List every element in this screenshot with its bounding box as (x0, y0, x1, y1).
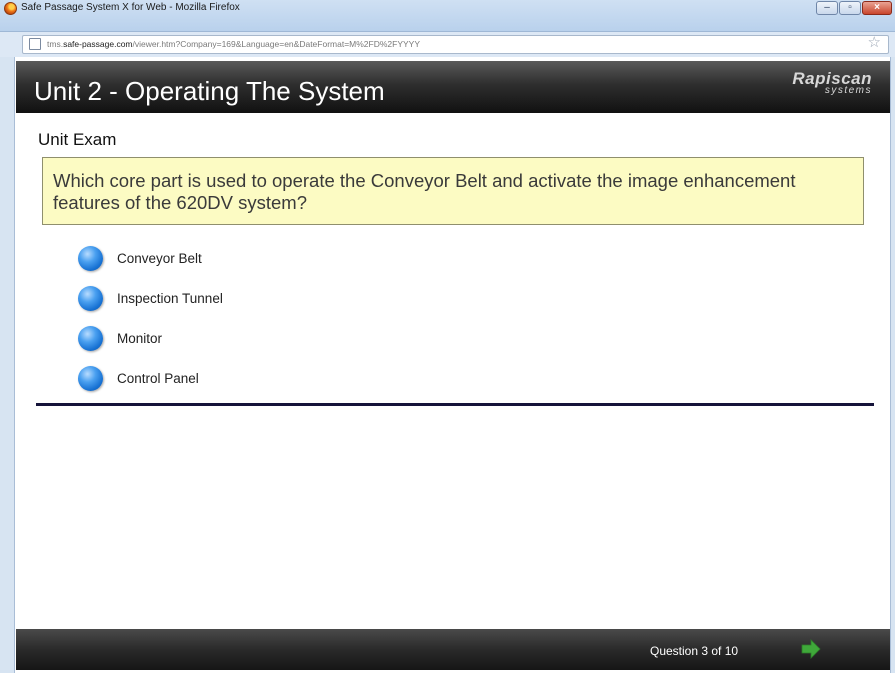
exam-title: Unit Exam (38, 130, 117, 149)
answer-option-monitor[interactable]: Monitor (78, 318, 223, 358)
exam-content: Unit Exam Which core part is used to ope… (16, 113, 890, 629)
question-counter: Question 3 of 10 (650, 644, 739, 658)
minimize-button[interactable]: – (816, 1, 838, 15)
close-button[interactable]: × (862, 1, 892, 15)
window-frame-right (890, 57, 895, 673)
window-frame-left (0, 57, 15, 673)
answer-option-conveyor-belt[interactable]: Conveyor Belt (78, 238, 223, 278)
radio-button[interactable] (78, 245, 103, 271)
question-text: Which core part is used to operate the C… (53, 170, 796, 213)
next-arrow-icon[interactable] (801, 639, 821, 659)
star-icon[interactable]: ☆ (868, 34, 881, 52)
answer-options: Conveyor Belt Inspection Tunnel Monitor … (78, 238, 223, 398)
url-domain: safe-passage.com (63, 39, 133, 49)
url-rest: /viewer.htm?Company=169&Language=en&Date… (132, 39, 421, 49)
answer-option-control-panel[interactable]: Control Panel (78, 358, 223, 398)
option-label: Control Panel (117, 370, 199, 386)
url-text[interactable]: tms.safe-passage.com/viewer.htm?Company=… (47, 39, 420, 49)
divider (36, 403, 874, 406)
page-title: Unit 2 - Operating The System (34, 76, 385, 106)
option-label: Monitor (117, 330, 163, 346)
app-header: Unit 2 - Operating The System Rapiscan s… (16, 61, 890, 113)
option-label: Conveyor Belt (117, 250, 202, 266)
answer-option-inspection-tunnel[interactable]: Inspection Tunnel (78, 278, 223, 318)
radio-button[interactable] (78, 285, 103, 311)
page-icon (29, 38, 41, 50)
url-prefix: tms. (47, 39, 64, 49)
question-box: Which core part is used to operate the C… (42, 157, 864, 225)
maximize-button[interactable]: ▫ (839, 1, 861, 15)
rapiscan-logo: Rapiscan systems (792, 70, 872, 96)
window-title: Safe Passage System X for Web - Mozilla … (21, 2, 240, 13)
radio-button[interactable] (78, 325, 103, 351)
exam-footer: Question 3 of 10 (16, 629, 890, 670)
window-titlebar: Safe Passage System X for Web - Mozilla … (0, 0, 895, 32)
window-controls: – ▫ × (815, 1, 892, 17)
firefox-icon (4, 2, 17, 15)
radio-button[interactable] (78, 365, 103, 391)
option-label: Inspection Tunnel (117, 290, 223, 306)
